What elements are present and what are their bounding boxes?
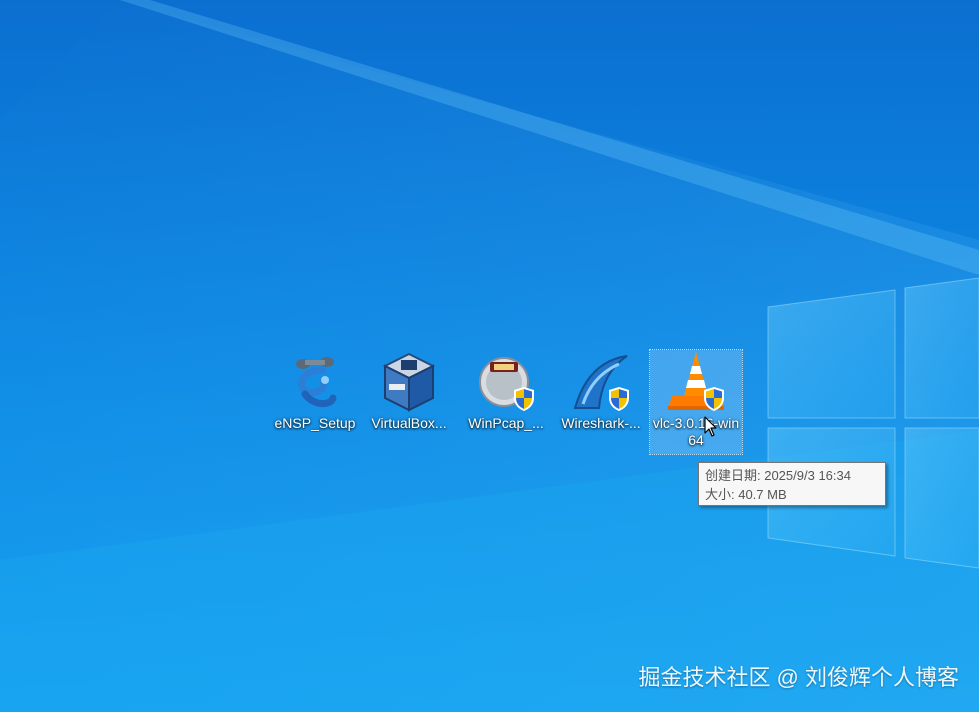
uac-shield-icon [514,387,534,411]
uac-shield-icon [704,387,724,411]
mouse-cursor-icon [704,416,717,437]
tooltip-created-date: 创建日期: 2025/9/3 16:34 [705,468,851,483]
desktop-icon-virtualbox[interactable]: VirtualBox... [363,350,455,432]
wireshark-icon [569,350,633,414]
desktop-icon-label: eNSP_Setup [274,415,356,431]
watermark-text: 掘金技术社区 @ 刘俊辉个人博客 [638,665,959,690]
winpcap-icon [474,350,538,414]
desktop-icon-vlc[interactable]: vlc-3.0.16-win64 [649,349,743,455]
desktop[interactable]: eNSP_Setup VirtualBox... WinPcap_... Wir… [0,0,979,712]
file-info-tooltip: 创建日期: 2025/9/3 16:34 大小: 40.7 MB [698,462,886,506]
ensp-icon [283,350,347,414]
desktop-icon-label: WinPcap_... [468,415,544,431]
vlc-icon [664,350,728,414]
desktop-icon-ensp-setup[interactable]: eNSP_Setup [269,350,361,432]
desktop-icon-label: vlc-3.0.16-win64 [652,415,740,448]
virtualbox-icon [377,350,441,414]
desktop-icon-label: VirtualBox... [371,415,447,431]
desktop-icon-wireshark[interactable]: Wireshark-... [555,350,647,432]
tooltip-file-size: 大小: 40.7 MB [705,487,787,502]
desktop-icon-winpcap[interactable]: WinPcap_... [460,350,552,432]
desktop-icon-label: Wireshark-... [561,415,641,431]
uac-shield-icon [609,387,629,411]
